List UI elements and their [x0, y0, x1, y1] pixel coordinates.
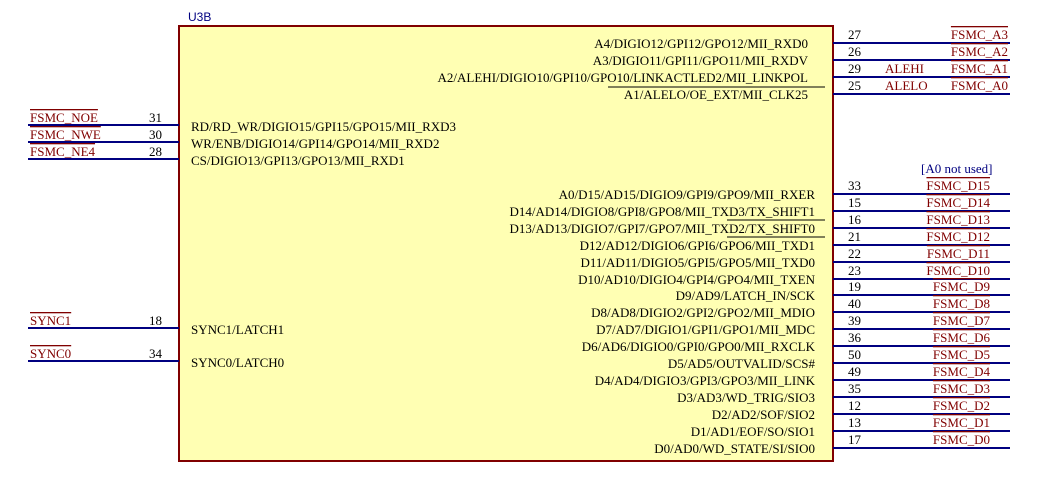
right-pin-number: 23 — [848, 263, 861, 278]
right-net-label: FSMC_D15 — [926, 178, 990, 193]
right-net-label: FSMC_D2 — [933, 398, 990, 413]
right-pin-number: 21 — [848, 229, 861, 244]
right-net-label: FSMC_D10 — [926, 263, 990, 278]
right-net-label: FSMC_D14 — [926, 195, 990, 210]
left-pin-name: SYNC1/LATCH1 — [191, 322, 284, 337]
right-pin-name: D1/AD1/EOF/SO/SIO1 — [691, 424, 815, 439]
left-pin-number: 18 — [149, 313, 162, 328]
right-pin-name: D14/AD14/DIGIO8/GPI8/GPO8/MII_TXD3/TX_SH… — [510, 204, 816, 219]
right-pin-number: 33 — [848, 178, 861, 193]
left-pin-name: WR/ENB/DIGIO14/GPI14/GPO14/MII_RXD2 — [191, 136, 439, 151]
right-net-label: FSMC_D9 — [933, 279, 990, 294]
right-pin-number: 36 — [848, 330, 862, 345]
right-net-label: FSMC_D12 — [926, 229, 990, 244]
a0-not-used-annotation: [A0 not used] — [921, 161, 993, 176]
right-pin-name: D0/AD0/WD_STATE/SI/SIO0 — [654, 441, 815, 456]
right-pin-name: D6/AD6/DIGIO0/GPI0/GPO0/MII_RXCLK — [582, 339, 816, 354]
right-pin-number: 16 — [848, 212, 862, 227]
right-pin-number: 40 — [848, 296, 861, 311]
right-pin-name: D13/AD13/DIGIO7/GPI7/GPO7/MII_TXD2/TX_SH… — [510, 221, 816, 236]
right-pin-number: 22 — [848, 246, 861, 261]
right-net-label: FSMC_D3 — [933, 381, 990, 396]
right-net-label: FSMC_A3 — [951, 27, 1008, 42]
left-pin-name: SYNC0/LATCH0 — [191, 355, 284, 370]
right-net-label: FSMC_A1 — [951, 61, 1008, 76]
left-net-label: FSMC_NOE — [30, 110, 98, 125]
right-net-label: FSMC_D5 — [933, 347, 990, 362]
left-net-label: FSMC_NWE — [30, 127, 101, 142]
right-pin-number: 19 — [848, 279, 861, 294]
right-pin-number: 29 — [848, 61, 861, 76]
right-pin-number: 25 — [848, 78, 861, 93]
right-pin-number: 49 — [848, 364, 861, 379]
right-net-label: FSMC_A0 — [951, 78, 1008, 93]
right-pin-number: 17 — [848, 432, 862, 447]
right-pin-name: A0/D15/AD15/DIGIO9/GPI9/GPO9/MII_RXER — [559, 187, 816, 202]
right-net-label: FSMC_A2 — [951, 44, 1008, 59]
right-pin-name: D10/AD10/DIGIO4/GPI4/GPO4/MII_TXEN — [578, 272, 815, 287]
left-pin-number: 34 — [149, 346, 163, 361]
left-net-label: SYNC0 — [30, 346, 71, 361]
right-pin-name: D11/AD11/DIGIO5/GPI5/GPO5/MII_TXD0 — [581, 255, 815, 270]
right-net-label: FSMC_D6 — [933, 330, 991, 345]
right-pin-name: A3/DIGIO11/GPI11/GPO11/MII_RXDV — [593, 53, 809, 68]
alias-label: ALEHI — [885, 61, 924, 76]
right-pin-name: D5/AD5/OUTVALID/SCS# — [668, 356, 816, 371]
left-net-label: SYNC1 — [30, 313, 71, 328]
right-net-label: FSMC_D11 — [927, 246, 990, 261]
right-pin-name: D2/AD2/SOF/SIO2 — [712, 407, 815, 422]
right-net-label: FSMC_D4 — [933, 364, 991, 379]
left-pin-number: 31 — [149, 110, 162, 125]
left-pin-name: RD/RD_WR/DIGIO15/GPI15/GPO15/MII_RXD3 — [191, 119, 456, 134]
right-net-label: FSMC_D0 — [933, 432, 990, 447]
right-pin-number: 35 — [848, 381, 861, 396]
right-pin-number: 27 — [848, 27, 862, 42]
right-pin-name: A2/ALEHI/DIGIO10/GPI10/GPO10/LINKACTLED2… — [438, 70, 809, 85]
left-net-label: FSMC_NE4 — [30, 144, 96, 159]
right-pin-name: D9/AD9/LATCH_IN/SCK — [676, 288, 816, 303]
right-pin-number: 15 — [848, 195, 861, 210]
left-pin-number: 28 — [149, 144, 162, 159]
right-pin-name: D3/AD3/WD_TRIG/SIO3 — [677, 390, 815, 405]
right-pin-number: 50 — [848, 347, 861, 362]
right-net-label: FSMC_D8 — [933, 296, 990, 311]
right-pin-name: D7/AD7/DIGIO1/GPI1/GPO1/MII_MDC — [596, 322, 815, 337]
right-net-label: FSMC_D13 — [926, 212, 990, 227]
schematic-canvas: U3B [A0 not used] 31 FSMC_NOE RD/RD_WR/DIG… — [28, 10, 1010, 462]
right-pin-name: D8/AD8/DIGIO2/GPI2/GPO2/MII_MDIO — [591, 305, 815, 320]
component-ref: U3B — [188, 10, 211, 24]
right-pin-name: A1/ALELO/OE_EXT/MII_CLK25 — [624, 87, 808, 102]
right-net-label: FSMC_D7 — [933, 313, 991, 328]
right-pin-number: 39 — [848, 313, 861, 328]
right-pin-name: D4/AD4/DIGIO3/GPI3/GPO3/MII_LINK — [595, 373, 816, 388]
right-pin-name: A4/DIGIO12/GPI12/GPO12/MII_RXD0 — [594, 36, 808, 51]
right-net-label: FSMC_D1 — [933, 415, 990, 430]
right-pin-number: 13 — [848, 415, 861, 430]
left-pin-name: CS/DIGIO13/GPI13/GPO13/MII_RXD1 — [191, 153, 405, 168]
left-pin-number: 30 — [149, 127, 162, 142]
right-pin-name: D12/AD12/DIGIO6/GPI6/GPO6/MII_TXD1 — [580, 238, 815, 253]
right-pin-number: 12 — [848, 398, 861, 413]
alias-label: ALELO — [885, 78, 928, 93]
right-pin-number: 26 — [848, 44, 862, 59]
